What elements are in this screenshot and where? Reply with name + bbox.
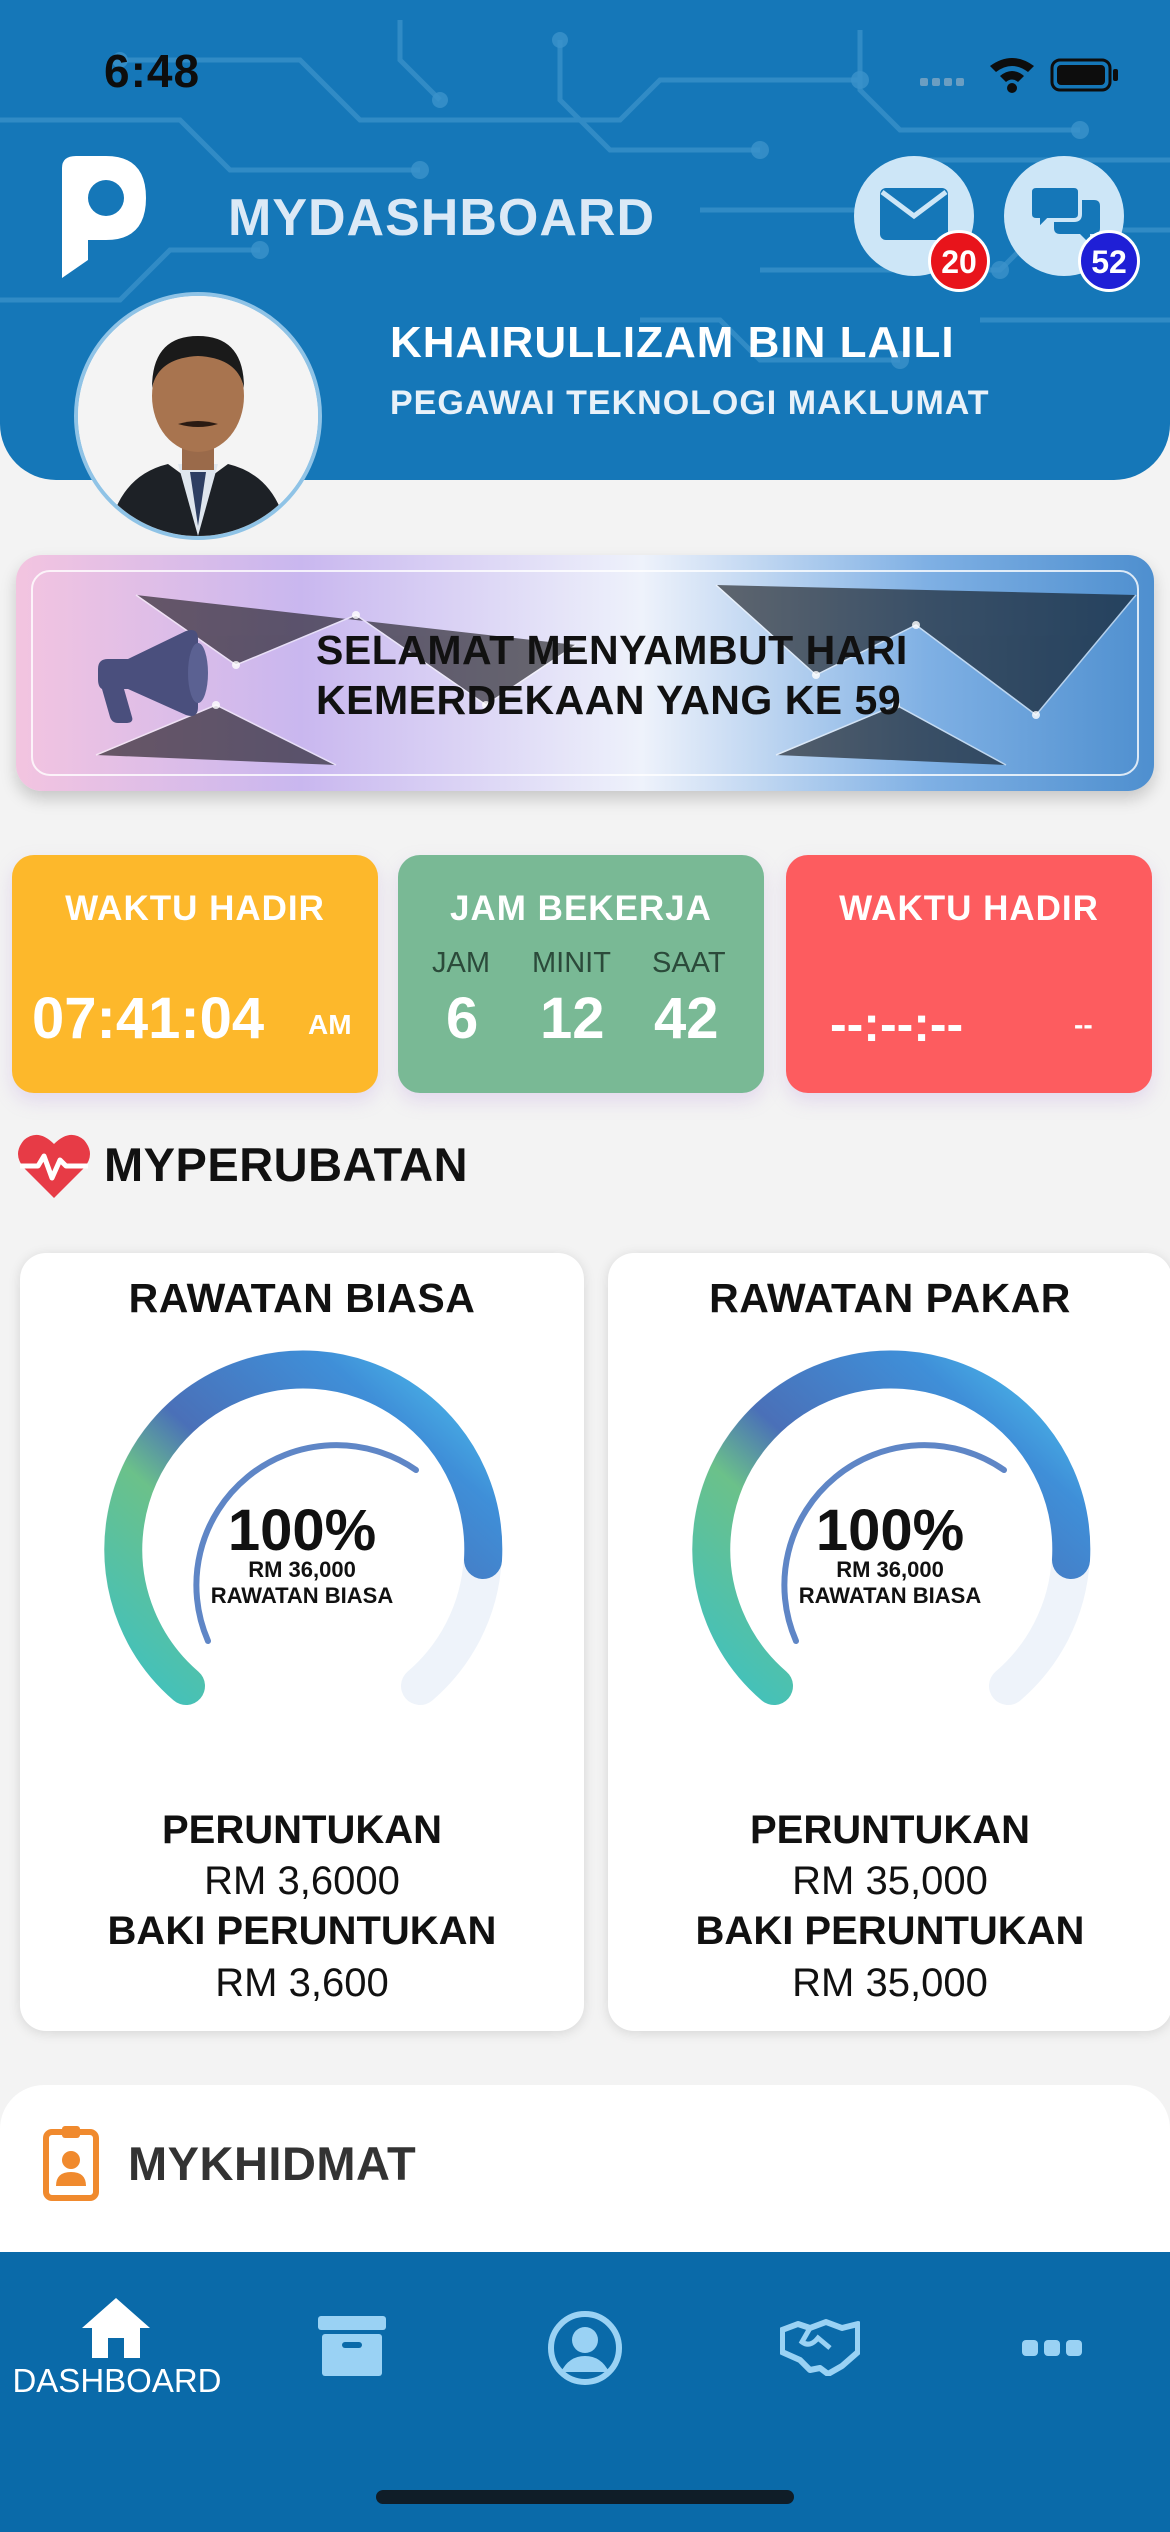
gauge-amount: RM 36,000 [248,1557,356,1582]
service-section-title: MYKHIDMAT [128,2137,417,2190]
megaphone-icon [98,630,208,723]
allocation-label: PERUNTUKAN [162,1808,442,1852]
balance-label: BAKI PERUNTUKAN [107,1909,497,1953]
balance-value: RM 35,000 [792,1961,988,2005]
clock-out-time: --:--:-- [830,996,964,1052]
tab-more[interactable] [992,2300,1112,2400]
mail-button[interactable]: 20 [854,156,990,292]
status-time: 6:48 [104,45,201,97]
tab-dashboard-label: DASHBOARD [12,2362,222,2399]
heart-pulse-icon [18,1134,90,1198]
tab-archive[interactable] [292,2300,412,2400]
gauge-percent: 100% [227,1498,377,1563]
balance-label: BAKI PERUNTUKAN [695,1909,1085,1953]
clock-in-period: AM [308,1009,352,1040]
allocation-value: RM 3,6000 [204,1859,400,1903]
clock-in-card[interactable]: WAKTU HADIR 07:41:04 AM [12,855,378,1093]
status-icons [920,58,1118,93]
handshake-icon [780,2319,860,2376]
app-logo [62,156,146,278]
user-role: PEGAWAI TEKNOLOGI MAKLUMAT [390,384,990,422]
hours-label: JAM [432,947,490,979]
gauge-label: RAWATAN BIASA [210,1583,394,1608]
gauge-amount: RM 36,000 [836,1557,944,1582]
work-hours-title: JAM BEKERJA [450,889,712,928]
profile-icon [548,2311,622,2385]
chat-count-badge: 52 [1078,230,1140,292]
seconds-value: 42 [654,986,719,1051]
minutes-value: 12 [540,986,605,1051]
app-screen: { "status_bar": {"time": "6:48"}, "heade… [0,0,1170,2532]
gauge-percent: 100% [815,1498,965,1563]
clock-in-time: 07:41:04 [32,986,265,1051]
tab-profile[interactable] [525,2300,645,2400]
user-avatar[interactable] [74,292,322,540]
medical-card-title: RAWATAN BIASA [128,1275,476,1321]
clock-out-card[interactable]: WAKTU HADIR --:--:-- -- [786,855,1152,1093]
allocation-label: PERUNTUKAN [750,1808,1030,1852]
mail-icon [880,188,948,240]
medical-card-regular[interactable]: RAWATAN BIASA 100% RM 36,000 RAWATAN BIA… [20,1253,584,2031]
chat-button[interactable]: 52 [1004,156,1140,292]
home-indicator[interactable] [376,2490,794,2504]
clock-in-title: WAKTU HADIR [65,889,325,928]
mail-count-badge: 20 [928,230,990,292]
allocation-value: RM 35,000 [792,1859,988,1903]
id-badge-icon [43,2126,99,2201]
medical-card-title: RAWATAN PAKAR [709,1275,1071,1321]
wifi-icon [990,58,1034,93]
seconds-label: SAAT [652,947,726,979]
battery-icon [1050,58,1118,92]
user-name: KHAIRULLIZAM BIN LAILI [390,318,955,367]
hours-value: 6 [446,986,479,1051]
minutes-label: MINIT [532,947,611,979]
home-icon [82,2298,150,2358]
user-photo [78,296,318,536]
clock-out-period: -- [1074,1009,1093,1040]
gauge-label: RAWATAN BIASA [798,1583,982,1608]
work-hours-card[interactable]: JAM BEKERJA JAM MINIT SAAT 6 12 42 [398,855,764,1093]
medical-section-title: MYPERUBATAN [104,1138,469,1191]
app-title: MYDASHBOARD [228,189,655,247]
medical-card-specialist[interactable]: RAWATAN PAKAR 100% RM 36,000 RAWATAN BIA… [608,1253,1170,2031]
balance-value: RM 3,600 [215,1961,389,2005]
more-icon [1022,2340,1082,2356]
clock-out-title: WAKTU HADIR [839,889,1099,928]
announcement-banner[interactable]: SELAMAT MENYAMBUT HARI KEMERDEKAAN YANG … [16,555,1154,791]
banner-line-2: KEMERDEKAAN YANG KE 59 [316,677,902,723]
banner-line-1: SELAMAT MENYAMBUT HARI [316,627,908,673]
signal-icon [920,78,964,86]
tab-handshake[interactable] [760,2300,880,2400]
archive-icon [318,2316,386,2376]
banner-message: SELAMAT MENYAMBUT HARI KEMERDEKAAN YANG … [316,625,908,725]
